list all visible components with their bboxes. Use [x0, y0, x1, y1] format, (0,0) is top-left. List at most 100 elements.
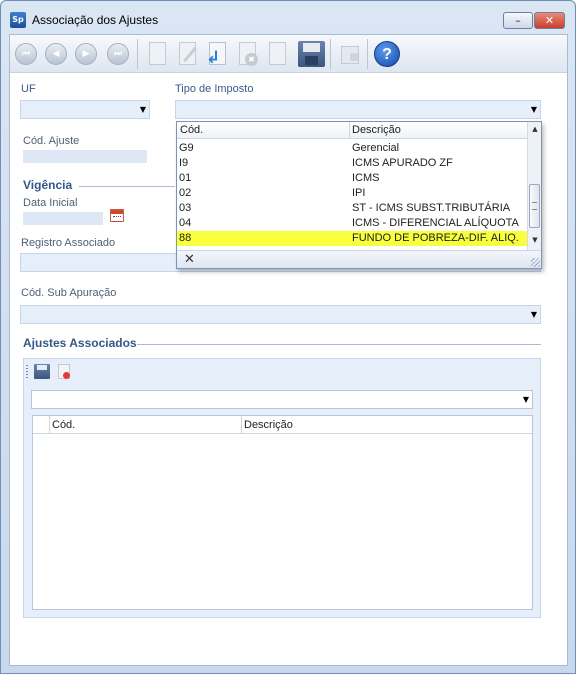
scroll-up-icon[interactable]: ▲: [528, 123, 542, 136]
window-title: Associação dos Ajustes: [32, 13, 159, 27]
toolbar-separator: [137, 39, 138, 69]
chevron-down-icon: ▼: [530, 105, 537, 114]
dropdown-option[interactable]: I9 ICMS APURADO ZF: [177, 156, 527, 171]
column-divider: [349, 122, 350, 139]
option-descricao: ICMS: [352, 172, 380, 184]
option-descricao: ICMS APURADO ZF: [352, 157, 453, 169]
cod-ajuste-field[interactable]: [23, 150, 147, 163]
last-record-icon: ⏭: [107, 43, 129, 65]
dropdown-option[interactable]: 02 IPI: [177, 186, 527, 201]
edit-button[interactable]: [174, 40, 200, 68]
redo-button[interactable]: [264, 40, 290, 68]
dropdown-option[interactable]: G9 Gerencial: [177, 141, 527, 156]
help-button[interactable]: ?: [373, 40, 400, 68]
tipo-imposto-dropdown: Cód. Descrição G9 Gerencial I9 ICMS APUR…: [176, 121, 542, 269]
option-cod: I9: [179, 157, 189, 169]
next-record-icon: ▶: [75, 43, 97, 65]
ajustes-panel: ▼ Cód. Descrição: [23, 358, 541, 618]
option-cod: 03: [179, 202, 192, 214]
dropdown-column-cod: Cód.: [180, 124, 204, 136]
lock-button[interactable]: [336, 40, 362, 68]
undo-button[interactable]: [204, 40, 230, 68]
app-window: Sp Associação dos Ajustes – ✕ ⏮ ◀ ▶ ⏭ ↲ …: [0, 0, 576, 674]
grid-column-descricao[interactable]: Descrição: [244, 419, 293, 431]
first-record-button[interactable]: ⏮: [13, 40, 39, 68]
help-icon: ?: [374, 41, 400, 67]
close-button[interactable]: ✕: [534, 12, 565, 29]
data-inicial-field[interactable]: [23, 212, 103, 225]
option-descricao: Gerencial: [352, 142, 400, 154]
chevron-down-icon: ▼: [139, 105, 146, 114]
cod-ajuste-label: Cód. Ajuste: [23, 135, 80, 147]
section-divider: [79, 186, 175, 187]
save-button[interactable]: [297, 40, 325, 68]
option-cod: 04: [179, 217, 192, 229]
lock-icon: [341, 46, 359, 64]
section-divider: [137, 344, 541, 345]
grid-column-cod[interactable]: Cód.: [52, 419, 75, 431]
option-descricao: FUNDO DE POBREZA-DIF. ALIQ.: [352, 232, 519, 244]
dropdown-option[interactable]: 04 ICMS - DIFERENCIAL ALÍQUOTA: [177, 216, 527, 231]
ajustes-grid: Cód. Descrição: [32, 415, 533, 610]
dropdown-option[interactable]: 01 ICMS: [177, 171, 527, 186]
dropdown-header: Cód. Descrição: [177, 122, 527, 139]
toolbar-separator: [330, 39, 331, 69]
clear-selection-icon[interactable]: ✕: [184, 252, 195, 267]
vigencia-section-title: Vigência: [23, 178, 73, 192]
first-record-icon: ⏮: [15, 43, 37, 65]
save-icon[interactable]: [34, 364, 50, 379]
previous-record-button[interactable]: ◀: [43, 40, 69, 68]
ajuste-select[interactable]: ▼: [31, 390, 533, 409]
option-descricao: IPI: [352, 187, 366, 199]
ajustes-section-title: Ajustes Associados: [23, 336, 137, 350]
registro-associado-label: Registro Associado: [21, 237, 116, 249]
cod-sub-apuracao-label: Cód. Sub Apuração: [21, 287, 117, 299]
grid-header: Cód. Descrição: [33, 416, 532, 434]
next-record-button[interactable]: ▶: [73, 40, 99, 68]
previous-record-icon: ◀: [45, 43, 67, 65]
toolbar-grip[interactable]: [26, 365, 28, 378]
option-cod: 01: [179, 172, 192, 184]
edit-document-icon: [179, 42, 196, 65]
toolbar: ⏮ ◀ ▶ ⏭ ↲ ✖ ?: [10, 35, 567, 73]
last-record-button[interactable]: ⏭: [105, 40, 131, 68]
column-divider: [49, 416, 50, 434]
uf-select[interactable]: ▼: [20, 100, 150, 119]
scroll-thumb[interactable]: [529, 184, 540, 228]
dropdown-option[interactable]: 03 ST - ICMS SUBST.TRIBUTÁRIA: [177, 201, 527, 216]
resize-grip-icon[interactable]: [531, 258, 540, 267]
app-logo-icon: Sp: [10, 12, 26, 28]
save-icon: [298, 41, 325, 67]
title-bar[interactable]: Sp Associação dos Ajustes – ✕: [1, 1, 575, 33]
calendar-icon[interactable]: [110, 209, 124, 222]
cancel-button[interactable]: [234, 40, 260, 68]
minimize-button[interactable]: –: [503, 12, 533, 29]
panel-toolbar: [24, 359, 540, 385]
dropdown-scrollbar[interactable]: ▲ ▼: [527, 122, 541, 250]
cod-sub-apuracao-select[interactable]: ▼: [20, 305, 541, 324]
new-document-icon: [149, 42, 166, 65]
undo-icon: [206, 42, 226, 68]
form-body: ⏮ ◀ ▶ ⏭ ↲ ✖ ? UF ▼ Tipo de Imposto ▼ Cód…: [9, 34, 568, 666]
chevron-down-icon: ▼: [530, 310, 537, 319]
dropdown-option-selected[interactable]: 88 FUNDO DE POBREZA-DIF. ALIQ.: [177, 231, 527, 246]
tipo-imposto-select[interactable]: ▼: [175, 100, 541, 119]
toolbar-separator: [367, 39, 368, 69]
option-descricao: ICMS - DIFERENCIAL ALÍQUOTA: [352, 217, 519, 229]
option-cod: 02: [179, 187, 192, 199]
option-cod: 88: [179, 232, 192, 244]
cancel-icon: [239, 42, 258, 66]
option-descricao: ST - ICMS SUBST.TRIBUTÁRIA: [352, 202, 511, 214]
scroll-down-icon[interactable]: ▼: [528, 234, 542, 247]
dropdown-column-descricao: Descrição: [352, 124, 401, 136]
delete-icon[interactable]: [58, 364, 70, 379]
data-inicial-label: Data Inicial: [23, 197, 78, 209]
dropdown-footer: ✕: [177, 250, 541, 268]
redo-icon: [269, 42, 286, 65]
uf-label: UF: [21, 83, 36, 95]
column-divider: [241, 416, 242, 434]
chevron-down-icon: ▼: [522, 395, 529, 404]
option-cod: G9: [179, 142, 194, 154]
new-button[interactable]: [144, 40, 170, 68]
tipo-imposto-label: Tipo de Imposto: [175, 83, 254, 95]
